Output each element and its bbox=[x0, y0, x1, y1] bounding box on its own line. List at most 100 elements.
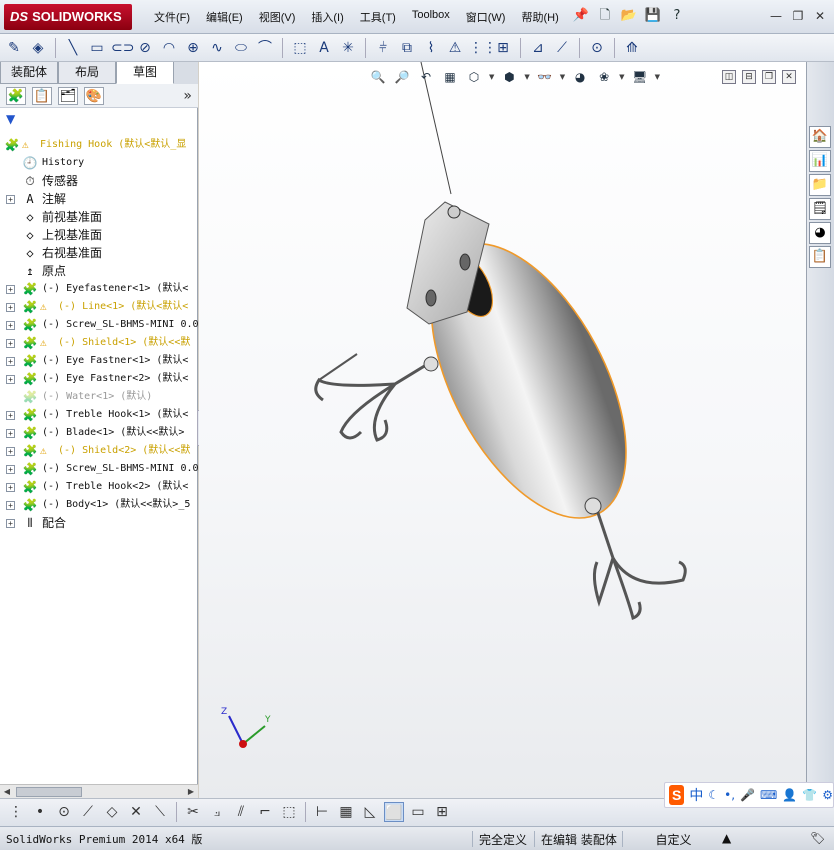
block-icon[interactable]: ⊞ bbox=[432, 802, 452, 822]
rectangle-icon[interactable]: ▭ bbox=[87, 38, 107, 58]
file-explorer-icon[interactable]: 📁 bbox=[809, 174, 831, 196]
apply-scene-icon[interactable]: ❀ bbox=[595, 68, 613, 86]
smart-dimension-icon[interactable]: ⊢ bbox=[312, 802, 332, 822]
circle-icon[interactable]: ⊘ bbox=[135, 38, 155, 58]
trim-icon[interactable]: ✂ bbox=[183, 802, 203, 822]
menu-insert[interactable]: 插入(I) bbox=[303, 9, 351, 25]
solidworks-logo[interactable]: DS SOLIDWORKS bbox=[4, 4, 132, 30]
user-icon[interactable]: 👤 bbox=[782, 788, 797, 802]
moon-icon[interactable]: ☾ bbox=[708, 788, 719, 802]
view-settings-icon[interactable]: 🖥 bbox=[631, 68, 649, 86]
sketch-icon[interactable]: ✎ bbox=[4, 38, 24, 58]
tangent-icon[interactable]: ⟍ bbox=[150, 802, 170, 822]
tab-sketch[interactable]: 草图 bbox=[116, 62, 174, 84]
chevron-down-icon[interactable]: ▼ bbox=[655, 68, 660, 86]
extend-icon[interactable]: ⟓ bbox=[207, 802, 227, 822]
expand-icon[interactable]: + bbox=[6, 303, 15, 312]
corner-icon[interactable]: ⌐ bbox=[255, 802, 275, 822]
plane-icon[interactable]: ⬚ bbox=[290, 38, 310, 58]
expand-icon[interactable]: + bbox=[6, 339, 15, 348]
ime-language[interactable]: 中 bbox=[689, 785, 703, 805]
graphics-area[interactable]: 🔍 🔎 ↶ ▦ ⬡ ▼ ⬢ ▼ 👓 ▼ ◕ ❀ ▼ 🖥 ▼ ◫ ⊟ ❐ ✕ Y Z bbox=[199, 62, 806, 798]
tree-item[interactable]: 🕘 History bbox=[0, 154, 198, 172]
move-entities-icon[interactable]: ⊞ bbox=[493, 38, 513, 58]
grid-icon[interactable]: ▦ bbox=[336, 802, 356, 822]
tree-item[interactable]: + 🧩 (-) Body<1> (默认<<默认>_5 bbox=[0, 496, 198, 514]
expand-icon[interactable]: + bbox=[6, 519, 15, 528]
tab-assembly[interactable]: 装配体 bbox=[0, 62, 58, 84]
zoom-area-icon[interactable]: 🔎 bbox=[393, 68, 411, 86]
tree-item[interactable]: + 🧩 (-) Treble Hook<2> (默认< bbox=[0, 478, 198, 496]
scroll-left-icon[interactable]: ◀ bbox=[0, 785, 14, 799]
offset-icon[interactable]: ⌇ bbox=[421, 38, 441, 58]
zoom-to-fit-icon[interactable]: 🔍 bbox=[369, 68, 387, 86]
tree-item[interactable]: ⏱ 传感器 bbox=[0, 172, 198, 190]
status-units-arrow[interactable]: ▲ bbox=[722, 831, 731, 845]
menu-edit[interactable]: 编辑(E) bbox=[198, 9, 251, 25]
expand-icon[interactable]: + bbox=[6, 411, 15, 420]
expand-icon[interactable]: + bbox=[6, 375, 15, 384]
custom-properties-icon[interactable]: 📋 bbox=[809, 246, 831, 268]
hide-show-items-icon[interactable]: 👓 bbox=[536, 68, 554, 86]
tree-item[interactable]: + 🧩 (-) Eyefastener<1> (默认< bbox=[0, 280, 198, 298]
edit-appearance-icon[interactable]: ◕ bbox=[571, 68, 589, 86]
expand-icon[interactable]: + bbox=[6, 285, 15, 294]
tree-item[interactable]: + 🧩 (-) Eye Fastner<2> (默认< bbox=[0, 370, 198, 388]
menu-tools[interactable]: 工具(T) bbox=[352, 9, 404, 25]
sogou-logo[interactable]: S bbox=[669, 785, 685, 805]
circle-icon[interactable]: ⊙ bbox=[54, 802, 74, 822]
view-orientation-icon[interactable]: ⬡ bbox=[465, 68, 483, 86]
tree-item[interactable]: + 🧩 (-) Screw_SL-BHMS-MINI 0.0 bbox=[0, 316, 198, 334]
instant2d-icon[interactable]: ⟰ bbox=[622, 38, 642, 58]
tile-vertical-icon[interactable]: ⊟ bbox=[742, 70, 756, 84]
linear-pattern-icon[interactable]: ⋮⋮ bbox=[469, 38, 497, 58]
section-view-icon[interactable]: ▦ bbox=[441, 68, 459, 86]
polygon-icon[interactable]: ⊕ bbox=[183, 38, 203, 58]
arc-icon[interactable]: ◠ bbox=[159, 38, 179, 58]
tree-item[interactable]: + ⫴ 配合 bbox=[0, 514, 198, 532]
expand-icon[interactable]: + bbox=[6, 429, 15, 438]
punctuation-icon[interactable]: •, bbox=[724, 788, 735, 802]
feature-manager-icon[interactable]: 🧩 bbox=[6, 87, 26, 105]
tree-item[interactable]: + 🧩 (-) Eye Fastner<1> (默认< bbox=[0, 352, 198, 370]
property-manager-icon[interactable]: 📋 bbox=[32, 87, 52, 105]
expand-icon[interactable]: + bbox=[6, 501, 15, 510]
configuration-manager-icon[interactable]: 🗂 bbox=[58, 87, 78, 105]
chevron-down-icon[interactable]: ▼ bbox=[560, 68, 565, 86]
spline-icon[interactable]: ∿ bbox=[207, 38, 227, 58]
menu-help[interactable]: 帮助(H) bbox=[513, 9, 566, 25]
tree-item[interactable]: ◇ 前视基准面 bbox=[0, 208, 198, 226]
restore-icon[interactable]: ❐ bbox=[788, 7, 808, 25]
tree-item[interactable]: + 🧩 ⚠ (-) Shield<2> (默认<<默 bbox=[0, 442, 198, 460]
minimize-icon[interactable]: — bbox=[766, 7, 786, 25]
expand-icon[interactable]: + bbox=[6, 195, 15, 204]
menu-view[interactable]: 视图(V) bbox=[251, 9, 304, 25]
tile-horizontal-icon[interactable]: ◫ bbox=[722, 70, 736, 84]
open-folder-icon[interactable]: 📂 bbox=[620, 7, 638, 25]
tree-item[interactable]: 🧩 ⚠ Fishing Hook (默认<默认_显 bbox=[0, 136, 198, 154]
rapid-sketch-icon[interactable]: ⊙ bbox=[587, 38, 607, 58]
expand-icon[interactable]: + bbox=[6, 483, 15, 492]
save-icon[interactable]: 💾 bbox=[644, 7, 662, 25]
menu-file[interactable]: 文件(F) bbox=[146, 9, 198, 25]
split-icon[interactable]: ⫽ bbox=[231, 802, 251, 822]
smart-dimension-icon[interactable]: ◈ bbox=[28, 38, 48, 58]
intersection-icon[interactable]: ✕ bbox=[126, 802, 146, 822]
expand-icon[interactable]: + bbox=[6, 447, 15, 456]
tree-item[interactable]: + 🧩 (-) Blade<1> (默认<<默认> bbox=[0, 424, 198, 442]
keyboard-icon[interactable]: ⌨ bbox=[760, 788, 777, 802]
expand-icon[interactable]: + bbox=[6, 321, 15, 330]
horizontal-scrollbar[interactable]: ◀ ▶ bbox=[0, 784, 198, 798]
display-style-icon[interactable]: ⬢ bbox=[500, 68, 518, 86]
tree-item[interactable]: + 🧩 ⚠ (-) Line<1> (默认<默认< bbox=[0, 298, 198, 316]
treble-hook-rear[interactable] bbox=[592, 503, 687, 621]
chevron-down-icon[interactable]: ▼ bbox=[619, 68, 624, 86]
treble-hook-front[interactable] bbox=[314, 353, 432, 442]
close-icon[interactable]: ✕ bbox=[810, 7, 830, 25]
tree-item[interactable]: + 🧩 (-) Screw_SL-BHMS-MINI 0.0 bbox=[0, 460, 198, 478]
appearances-icon[interactable]: ◕ bbox=[809, 222, 831, 244]
point-icon[interactable]: • bbox=[30, 802, 50, 822]
repair-sketch-icon[interactable]: ⟋ bbox=[552, 38, 572, 58]
expand-icon[interactable]: + bbox=[6, 465, 15, 474]
trim-icon[interactable]: ⫩ bbox=[373, 38, 393, 58]
